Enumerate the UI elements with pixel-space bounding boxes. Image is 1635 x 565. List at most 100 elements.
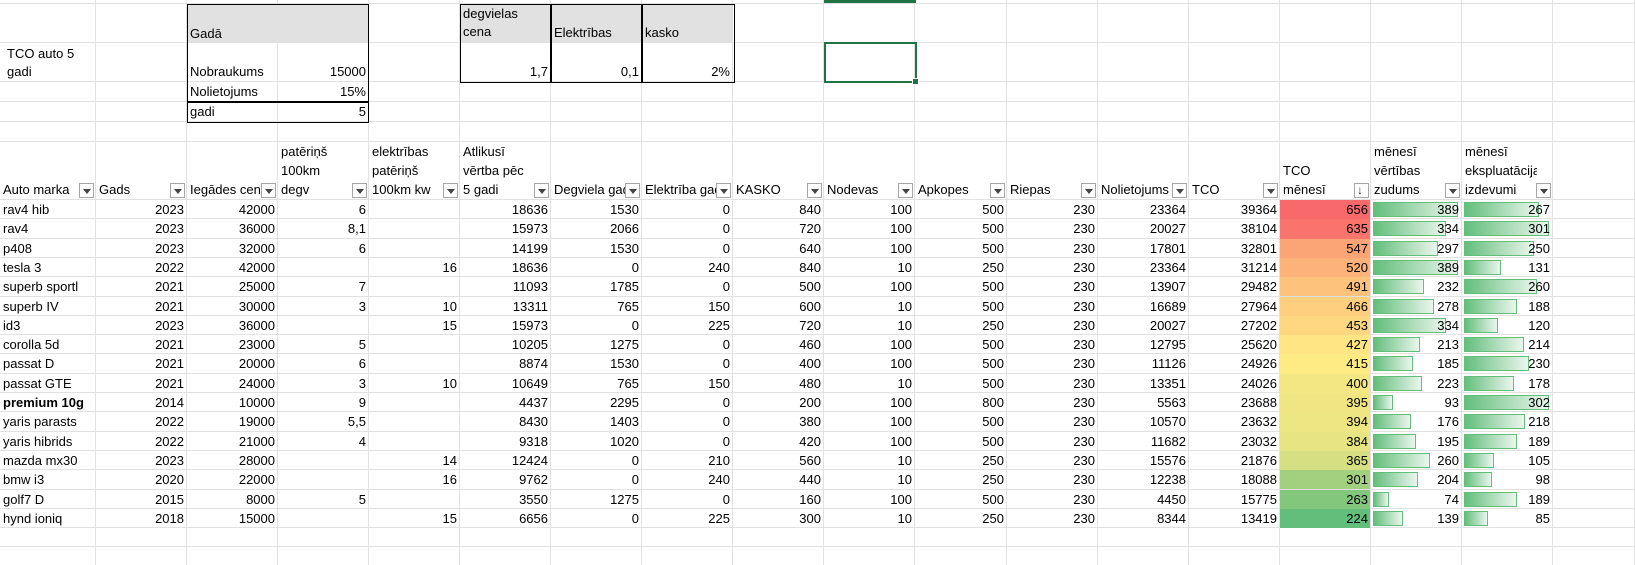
- column-header[interactable]: Iegādes cena: [187, 142, 262, 200]
- table-cell[interactable]: 6656: [460, 509, 551, 528]
- param-value[interactable]: 15%: [278, 82, 369, 102]
- table-row-label[interactable]: golf7 D: [0, 490, 96, 509]
- table-cell[interactable]: 2295: [551, 393, 642, 412]
- filter-dropdown-button[interactable]: [716, 183, 731, 198]
- table-cell[interactable]: 230: [1007, 393, 1098, 412]
- table-cell[interactable]: 18636: [460, 200, 551, 219]
- table-cell[interactable]: 230: [1007, 277, 1098, 296]
- table-cell[interactable]: 100: [824, 432, 915, 451]
- table-cell[interactable]: 100: [824, 354, 915, 373]
- filter-dropdown-button[interactable]: [625, 183, 640, 198]
- column-header[interactable]: Gads: [96, 142, 171, 200]
- table-cell[interactable]: 389: [1371, 258, 1462, 277]
- column-header[interactable]: mēnesī ekspluatācijas izdevumi: [1462, 142, 1537, 200]
- table-cell[interactable]: 10: [369, 374, 460, 393]
- table-row-label[interactable]: rav4: [0, 219, 96, 238]
- table-cell[interactable]: 365: [1280, 451, 1371, 470]
- table-cell[interactable]: 100: [824, 239, 915, 258]
- table-cell[interactable]: 0: [642, 200, 733, 219]
- table-cell[interactable]: 466: [1280, 297, 1371, 316]
- table-cell[interactable]: 39364: [1189, 200, 1280, 219]
- table-cell[interactable]: 1020: [551, 432, 642, 451]
- table-cell[interactable]: 6: [278, 354, 369, 373]
- table-cell[interactable]: 1785: [551, 277, 642, 296]
- table-cell[interactable]: 98: [1462, 470, 1553, 489]
- table-cell[interactable]: 120: [1462, 316, 1553, 335]
- table-cell[interactable]: 5: [278, 335, 369, 354]
- table-cell[interactable]: 2015: [96, 490, 187, 509]
- table-cell[interactable]: [369, 239, 460, 258]
- table-cell[interactable]: 12795: [1098, 335, 1189, 354]
- table-cell[interactable]: 230: [1007, 219, 1098, 238]
- table-cell[interactable]: 13311: [460, 297, 551, 316]
- param-label[interactable]: gadi: [187, 102, 278, 122]
- table-cell[interactable]: 230: [1007, 335, 1098, 354]
- filter-dropdown-button[interactable]: [170, 183, 185, 198]
- table-cell[interactable]: 10: [824, 374, 915, 393]
- filter-dropdown-button[interactable]: [1536, 183, 1551, 198]
- table-cell[interactable]: 27964: [1189, 297, 1280, 316]
- table-cell[interactable]: 302: [1462, 393, 1553, 412]
- table-cell[interactable]: 0: [551, 316, 642, 335]
- table-cell[interactable]: 13907: [1098, 277, 1189, 296]
- table-cell[interactable]: 230: [1007, 200, 1098, 219]
- price-header[interactable]: kasko: [642, 4, 733, 43]
- table-cell[interactable]: 267: [1462, 200, 1553, 219]
- table-row-label[interactable]: premium 10g: [0, 393, 96, 412]
- table-cell[interactable]: 395: [1280, 393, 1371, 412]
- table-cell[interactable]: [369, 219, 460, 238]
- table-cell[interactable]: 334: [1371, 219, 1462, 238]
- table-cell[interactable]: 42000: [187, 200, 278, 219]
- filter-dropdown-button[interactable]: [990, 183, 1005, 198]
- table-cell[interactable]: 500: [733, 277, 824, 296]
- table-cell[interactable]: 15973: [460, 219, 551, 238]
- table-cell[interactable]: 2022: [96, 412, 187, 431]
- column-header[interactable]: Auto marka: [0, 142, 80, 200]
- table-cell[interactable]: 400: [1280, 374, 1371, 393]
- table-cell[interactable]: 10649: [460, 374, 551, 393]
- table-cell[interactable]: 188: [1462, 297, 1553, 316]
- table-cell[interactable]: 200: [733, 393, 824, 412]
- table-cell[interactable]: 21876: [1189, 451, 1280, 470]
- table-cell[interactable]: 500: [915, 412, 1007, 431]
- param-value[interactable]: 5: [278, 102, 369, 122]
- table-cell[interactable]: 250: [915, 451, 1007, 470]
- table-cell[interactable]: 0: [642, 354, 733, 373]
- filter-dropdown-button[interactable]: [1445, 183, 1460, 198]
- table-cell[interactable]: 223: [1371, 374, 1462, 393]
- table-cell[interactable]: 0: [642, 412, 733, 431]
- table-cell[interactable]: 160: [733, 490, 824, 509]
- table-cell[interactable]: 105: [1462, 451, 1553, 470]
- table-cell[interactable]: 214: [1462, 335, 1553, 354]
- table-cell[interactable]: 100: [824, 277, 915, 296]
- table-cell[interactable]: 230: [1007, 354, 1098, 373]
- filter-dropdown-button[interactable]: [352, 183, 367, 198]
- table-cell[interactable]: 460: [733, 335, 824, 354]
- table-cell[interactable]: 10570: [1098, 412, 1189, 431]
- table-cell[interactable]: 560: [733, 451, 824, 470]
- table-cell[interactable]: 12238: [1098, 470, 1189, 489]
- table-row-label[interactable]: hynd ioniq: [0, 509, 96, 528]
- filter-dropdown-button[interactable]: [534, 183, 549, 198]
- table-cell[interactable]: 453: [1280, 316, 1371, 335]
- column-header[interactable]: Apkopes: [915, 142, 991, 200]
- table-cell[interactable]: 720: [733, 316, 824, 335]
- table-cell[interactable]: 100: [824, 412, 915, 431]
- table-cell[interactable]: 10: [824, 451, 915, 470]
- table-cell[interactable]: 32801: [1189, 239, 1280, 258]
- column-header[interactable]: elektrības patēriņš 100km kw: [369, 142, 444, 200]
- table-cell[interactable]: 2021: [96, 335, 187, 354]
- table-cell[interactable]: [369, 393, 460, 412]
- table-cell[interactable]: 230: [1007, 316, 1098, 335]
- filter-dropdown-button[interactable]: [261, 183, 276, 198]
- table-row-label[interactable]: bmw i3: [0, 470, 96, 489]
- table-cell[interactable]: 22000: [187, 470, 278, 489]
- table-row-label[interactable]: passat GTE: [0, 374, 96, 393]
- table-cell[interactable]: 36000: [187, 316, 278, 335]
- table-cell[interactable]: 16689: [1098, 297, 1189, 316]
- table-cell[interactable]: 1403: [551, 412, 642, 431]
- table-cell[interactable]: 250: [915, 509, 1007, 528]
- table-cell[interactable]: 2023: [96, 451, 187, 470]
- filter-dropdown-button[interactable]: [79, 183, 94, 198]
- table-cell[interactable]: 185: [1371, 354, 1462, 373]
